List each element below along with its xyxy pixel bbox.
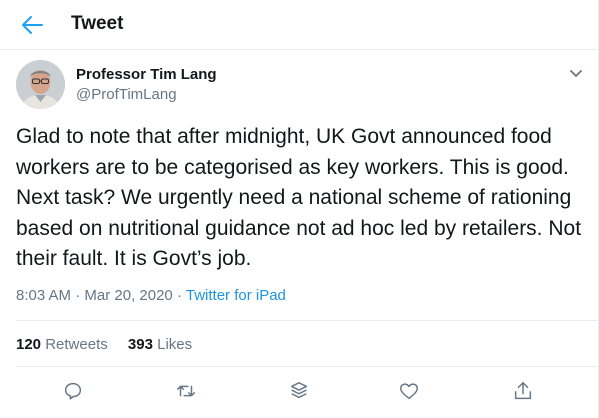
share-stack-icon bbox=[290, 382, 308, 399]
like-button[interactable] bbox=[398, 380, 422, 404]
arrow-left-icon bbox=[22, 16, 43, 34]
page-title: Tweet bbox=[71, 13, 124, 34]
likes-label: Likes bbox=[157, 336, 193, 353]
share-icon bbox=[514, 382, 532, 400]
chevron-down-icon bbox=[570, 70, 582, 77]
profile-photo bbox=[16, 60, 65, 109]
author-handle: @ProfTimLang bbox=[76, 86, 177, 103]
retweets-stat[interactable]: 120 Retweets bbox=[16, 336, 108, 353]
retweet-button[interactable] bbox=[175, 380, 199, 404]
reply-icon bbox=[64, 382, 82, 400]
like-icon bbox=[400, 383, 418, 400]
divider bbox=[16, 320, 598, 321]
retweets-label: Retweets bbox=[45, 336, 108, 353]
likes-count: 393 bbox=[127, 336, 153, 353]
tweet-text: Glad to note that after midnight, UK Gov… bbox=[16, 125, 582, 270]
divider bbox=[16, 366, 598, 367]
share-stack-button[interactable] bbox=[288, 380, 312, 404]
tweet-detail-page: Tweet Professor Tim Lang @ProfTimLang Gl… bbox=[0, 0, 599, 418]
retweets-count: 120 bbox=[16, 336, 42, 353]
tweet-date[interactable]: Mar 20, 2020 bbox=[84, 287, 172, 304]
tweet-meta: 8:03 AM · Mar 20, 2020 · Twitter for iPa… bbox=[16, 287, 286, 304]
tweet-source-link[interactable]: Twitter for iPad bbox=[186, 287, 286, 304]
retweet-icon bbox=[177, 385, 195, 397]
reply-button[interactable] bbox=[62, 380, 86, 404]
header-bar: Tweet bbox=[0, 0, 598, 50]
tweet-stats: 120 Retweets 393 Likes bbox=[16, 336, 208, 353]
avatar[interactable] bbox=[16, 60, 65, 109]
share-button[interactable] bbox=[512, 380, 536, 404]
more-options-button[interactable] bbox=[567, 64, 585, 82]
author-name[interactable]: Professor Tim Lang bbox=[76, 66, 217, 83]
back-button[interactable] bbox=[16, 9, 48, 41]
tweet-time[interactable]: 8:03 AM bbox=[16, 287, 71, 304]
likes-stat[interactable]: 393 Likes bbox=[128, 336, 192, 353]
